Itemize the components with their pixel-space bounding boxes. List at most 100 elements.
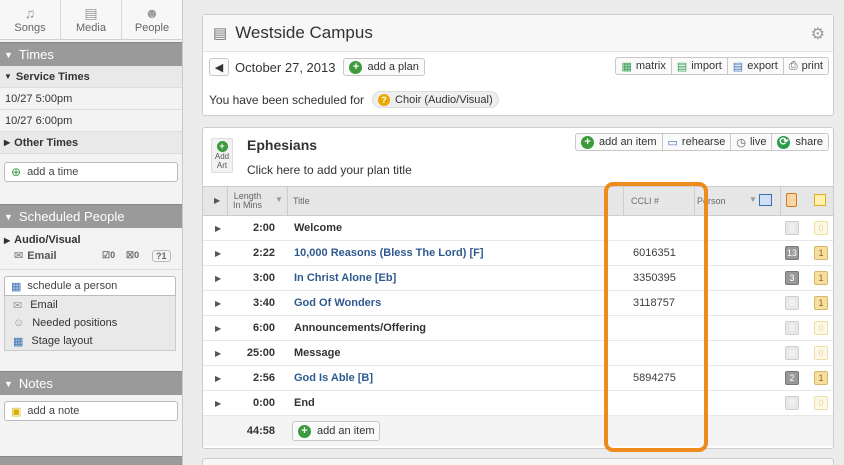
- clock-add-icon: ⊕: [11, 165, 22, 179]
- note-count[interactable]: 0: [814, 321, 828, 335]
- expand-row-icon[interactable]: ▶: [215, 299, 221, 308]
- expand-row-icon[interactable]: ▶: [215, 374, 221, 383]
- table-row[interactable]: ▶ 3:00 In Christ Alone [Eb] 3350395 3 1: [203, 266, 833, 291]
- import-button[interactable]: ▤ import: [671, 57, 728, 75]
- stage-icon: ▦: [13, 335, 24, 348]
- table-row[interactable]: ▶ 2:56 God Is Able [B] 5894275 2 1: [203, 366, 833, 391]
- menu-stage-layout[interactable]: ▦ Stage layout: [5, 332, 175, 350]
- attachment-count[interactable]: 0: [785, 346, 799, 360]
- rehearse-button[interactable]: ▭ rehearse: [662, 133, 732, 151]
- email-team-link[interactable]: Email: [27, 250, 56, 262]
- nav-songs[interactable]: ♫ Songs: [0, 0, 61, 39]
- collapse-arrow-icon: ▼: [4, 72, 12, 81]
- person-dropdown-icon[interactable]: ▼: [749, 195, 757, 204]
- plan-date: October 27, 2013: [235, 59, 336, 75]
- expand-row-icon[interactable]: ▶: [215, 324, 221, 333]
- export-icon: ▤: [732, 60, 744, 73]
- export-button[interactable]: ▤ export: [727, 57, 784, 75]
- plus-icon: +: [349, 60, 363, 74]
- other-times-header[interactable]: ▶ Other Times: [0, 132, 182, 154]
- collapse-arrow-icon: ▼: [4, 378, 13, 389]
- schedule-person-button[interactable]: ▦ schedule a person: [4, 276, 176, 296]
- sidebar: ♫ Songs ▤ Media ☻ People ▼ Times ▼ Service Ti…: [0, 0, 183, 465]
- nav-people[interactable]: ☻ People: [122, 0, 182, 39]
- print-button[interactable]: ⎙ print: [783, 57, 829, 75]
- item-title[interactable]: Welcome: [294, 222, 342, 234]
- item-title[interactable]: Announcements/Offering: [294, 322, 426, 334]
- note-count[interactable]: 1: [814, 371, 828, 385]
- gear-icon[interactable]: ⚙: [811, 24, 825, 44]
- expand-all-icon[interactable]: ▶: [214, 196, 220, 205]
- table-row[interactable]: ▶ 25:00 Message 0 0: [203, 341, 833, 366]
- note-count[interactable]: 1: [814, 296, 828, 310]
- attachment-count[interactable]: 0: [785, 221, 799, 235]
- matrix-icon: ▦: [621, 60, 632, 73]
- attachment-count[interactable]: 0: [785, 396, 799, 410]
- expand-arrow-icon: ▶: [4, 138, 11, 147]
- columns-icon[interactable]: [759, 194, 772, 206]
- add-item-bottom-button[interactable]: + add an item: [292, 421, 381, 441]
- calendar-icon: ▦: [11, 280, 22, 293]
- plan-title-placeholder[interactable]: Click here to add your plan title: [247, 163, 412, 177]
- table-row[interactable]: ▶ 6:00 Announcements/Offering 0 0: [203, 316, 833, 341]
- share-button[interactable]: ⟳ share: [772, 133, 829, 151]
- expand-row-icon[interactable]: ▶: [215, 249, 221, 258]
- note-count[interactable]: 1: [814, 271, 828, 285]
- attachment-count[interactable]: 2: [785, 371, 799, 385]
- import-icon: ▤: [676, 60, 688, 73]
- attachment-count[interactable]: 0: [785, 321, 799, 335]
- attachment-count[interactable]: 0: [785, 296, 799, 310]
- table-row[interactable]: ▶ 3:40 God Of Wonders 3118757 0 1: [203, 291, 833, 316]
- collapse-arrow-icon: ▼: [4, 211, 13, 222]
- table-row[interactable]: ▶ 2:00 Welcome 0 0: [203, 216, 833, 241]
- matrix-button[interactable]: ▦ matrix: [615, 57, 672, 75]
- note-count[interactable]: 0: [814, 221, 828, 235]
- item-title[interactable]: Message: [294, 347, 340, 359]
- item-length: 2:00: [252, 222, 275, 234]
- previous-date-button[interactable]: ◀: [209, 58, 229, 76]
- add-note-button[interactable]: ▣ add a note: [4, 401, 178, 421]
- note-count[interactable]: 1: [814, 246, 828, 260]
- attachment-count[interactable]: 13: [785, 246, 799, 260]
- item-title[interactable]: In Christ Alone [Eb]: [294, 272, 396, 284]
- main-content: ▤ Westside Campus ⚙ ◀ October 27, 2013 +…: [183, 0, 844, 465]
- add-time-button[interactable]: ⊕ add a time: [4, 162, 178, 182]
- envelope-icon: ✉: [13, 299, 23, 312]
- notes-section-header[interactable]: ▼ Notes: [0, 371, 182, 395]
- note-icon[interactable]: [814, 194, 826, 206]
- service-times-header[interactable]: ▼ Service Times: [0, 66, 182, 88]
- add-item-button[interactable]: + add an item: [575, 133, 663, 151]
- nav-media[interactable]: ▤ Media: [61, 0, 122, 39]
- item-title[interactable]: End: [294, 397, 315, 409]
- column-title[interactable]: Title: [293, 196, 310, 206]
- note-count[interactable]: 0: [814, 396, 828, 410]
- sort-arrow-icon[interactable]: ▼: [275, 195, 283, 204]
- scheduled-people-section-header[interactable]: ▼ Scheduled People: [0, 204, 182, 228]
- item-title[interactable]: God Of Wonders: [294, 297, 381, 309]
- expand-row-icon[interactable]: ▶: [215, 224, 221, 233]
- attachment-icon[interactable]: [786, 193, 797, 207]
- menu-needed-positions[interactable]: ☺ Needed positions: [5, 314, 175, 332]
- table-header: ▶ Length In Mins ▼ Title CCLI # Person ▼: [203, 186, 833, 216]
- add-plan-button[interactable]: + add a plan: [343, 58, 425, 76]
- service-time-2[interactable]: 10/27 6:00pm: [0, 110, 182, 132]
- menu-email[interactable]: ✉ Email: [5, 296, 175, 314]
- team-name[interactable]: Audio/Visual: [14, 234, 80, 246]
- attachment-count[interactable]: 3: [785, 271, 799, 285]
- series-title[interactable]: Ephesians: [247, 137, 317, 153]
- item-title[interactable]: God Is Able [B]: [294, 372, 373, 384]
- table-row[interactable]: ▶ 2:22 10,000 Reasons (Bless The Lord) [F]…: [203, 241, 833, 266]
- add-art-button[interactable]: + Add Art: [211, 138, 233, 173]
- note-count[interactable]: 0: [814, 346, 828, 360]
- table-row[interactable]: ▶ 0:00 End 0 0: [203, 391, 833, 416]
- service-time-1[interactable]: 10/27 5:00pm: [0, 88, 182, 110]
- position-badge[interactable]: ? Choir (Audio/Visual): [372, 91, 499, 108]
- expand-row-icon[interactable]: ▶: [215, 274, 221, 283]
- next-section-header[interactable]: [0, 456, 182, 465]
- expand-row-icon[interactable]: ▶: [215, 349, 221, 358]
- live-button[interactable]: ◷ live: [731, 133, 773, 151]
- expand-row-icon[interactable]: ▶: [215, 399, 221, 408]
- column-length[interactable]: Length In Mins: [233, 192, 262, 210]
- item-title[interactable]: 10,000 Reasons (Bless The Lord) [F]: [294, 247, 484, 259]
- times-section-header[interactable]: ▼ Times: [0, 42, 182, 66]
